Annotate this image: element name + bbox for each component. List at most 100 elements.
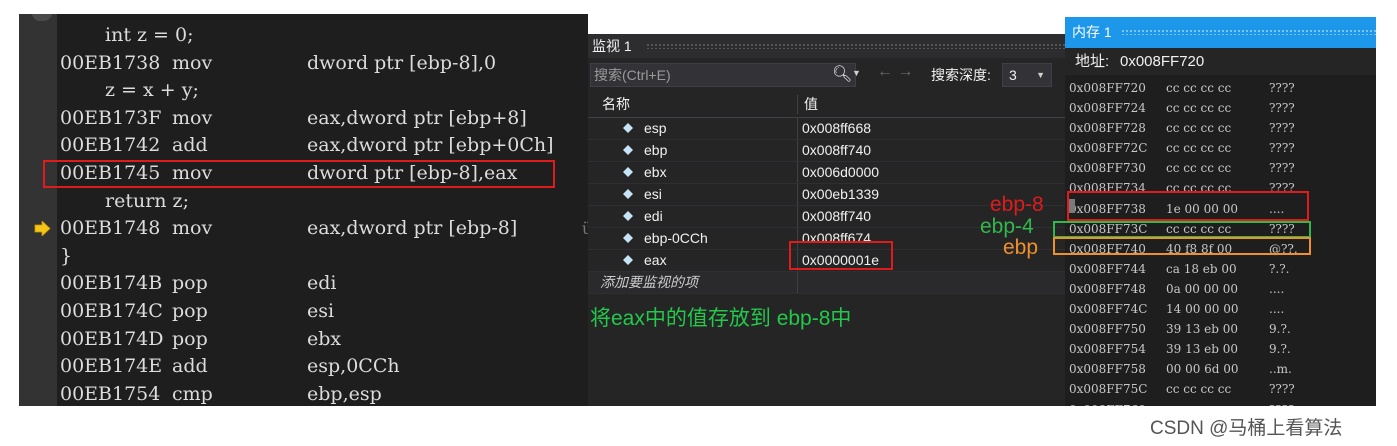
asm-line[interactable]: 00EB174D pop ebx <box>19 326 588 354</box>
asm-operands: ebp,esp <box>307 382 382 405</box>
register-icon <box>623 211 633 221</box>
asm-line[interactable]: 00EB174B pop edi <box>19 270 588 298</box>
watch-row[interactable]: ebx 0x006d0000 <box>588 162 1065 184</box>
memory-title-bar[interactable]: 内存 1 <box>1065 17 1376 48</box>
watch-item-name: ebp-0CCh <box>644 230 708 246</box>
column-divider[interactable] <box>797 95 798 114</box>
source-line[interactable]: } <box>19 243 588 271</box>
source-line[interactable]: int z = 0; <box>19 22 588 50</box>
memory-address: 0x008FF760 <box>1069 400 1146 407</box>
asm-line[interactable]: 00EB174C pop esi <box>19 298 588 326</box>
asm-opcode: cmp <box>172 382 213 405</box>
address-label: 地址: <box>1075 53 1110 70</box>
asm-line[interactable]: 00EB173F mov eax,dword ptr [ebp+8] <box>19 105 588 133</box>
search-depth-select[interactable]: 3 ▼ <box>1002 63 1052 87</box>
asm-address: 00EB174D <box>60 327 164 350</box>
memory-bytes: 39 13 eb 00 <box>1166 322 1239 337</box>
annotation-store-eax: 将eax中的值存放到 ebp-8中 <box>590 307 852 330</box>
memory-address: 0x008FF724 <box>1069 101 1146 116</box>
asm-operands: ebx <box>307 327 342 350</box>
watch-item-name: esp <box>644 120 667 136</box>
memory-bytes: cc cc cc cc <box>1166 161 1232 176</box>
asm-line[interactable]: 00EB1742 add eax,dword ptr [ebp+0Ch] <box>19 132 588 160</box>
highlight-box-ebp <box>1053 237 1311 255</box>
memory-address: 0x008FF750 <box>1069 322 1146 337</box>
memory-ascii: ???? <box>1269 161 1295 176</box>
asm-line[interactable]: 00EB1748 mov eax,dword ptr [ebp-8] <box>19 215 588 243</box>
memory-ascii: ???? <box>1269 101 1295 116</box>
watch-row[interactable]: esp 0x008ff668 <box>588 118 1065 140</box>
watch-item-value[interactable]: 0x006d0000 <box>802 162 879 183</box>
watch-item-name: esi <box>644 186 662 202</box>
memory-ascii: .... <box>1269 281 1285 296</box>
search-dropdown-icon[interactable]: ▼ <box>852 68 861 78</box>
memory-row[interactable]: 0x008FF754 39 13 eb 00 9.?. <box>1065 339 1376 359</box>
memory-address: 0x008FF72C <box>1069 141 1148 156</box>
memory-row[interactable]: 0x008FF748 0a 00 00 00.... <box>1065 279 1376 299</box>
source-text: return z; <box>105 189 189 212</box>
search-depth-label: 搜索深度: <box>931 67 991 83</box>
register-icon <box>623 189 633 199</box>
watch-item-value[interactable]: 0x00eb1339 <box>802 184 879 205</box>
add-watch-item-label: 添加要监视的项 <box>600 274 698 290</box>
memory-bytes: ca 18 eb 00 <box>1166 261 1237 276</box>
execution-pointer-arrow-icon[interactable] <box>34 221 51 237</box>
memory-row[interactable]: 0x008FF744 ca 18 eb 00?.?. <box>1065 259 1376 279</box>
memory-row[interactable]: 0x008FF74C 14 00 00 00.... <box>1065 299 1376 319</box>
source-line[interactable]: z = x + y; <box>19 77 588 105</box>
asm-opcode: add <box>172 134 208 157</box>
watch-search-input[interactable]: 搜索(Ctrl+E) <box>590 63 856 87</box>
memory-bytes: 39 13 eb 00 <box>1166 342 1239 357</box>
memory-row[interactable]: 0x008FF724 cc cc cc cc???? <box>1065 98 1376 118</box>
memory-address: 0x008FF730 <box>1069 161 1146 176</box>
watch-item-value[interactable]: 0x008ff740 <box>802 140 871 161</box>
asm-line[interactable]: 00EB174E add esp,0CCh <box>19 353 588 381</box>
memory-row[interactable]: 0x008FF758 00 00 6d 00 ..m. <box>1065 359 1376 379</box>
asm-line[interactable]: 00EB1754 cmp ebp,esp <box>19 381 588 406</box>
asm-address: 00EB173F <box>60 106 162 129</box>
column-header-name[interactable]: 名称 <box>602 92 630 117</box>
source-text: z = x + y; <box>105 79 199 102</box>
memory-row[interactable]: 0x008FF720 cc cc cc cc???? <box>1065 78 1376 98</box>
search-nav-arrows-icon[interactable]: ← → <box>877 63 913 81</box>
add-watch-item-row[interactable]: 添加要监视的项 <box>588 272 1065 294</box>
register-icon <box>623 255 633 265</box>
memory-row[interactable]: 0x008FF760 cc cc cc cc???? <box>1065 400 1376 407</box>
watch-item-name: edi <box>644 208 663 224</box>
watch-title: 监视 1 <box>592 38 632 54</box>
memory-row[interactable]: 0x008FF750 39 13 eb 00 9.?. <box>1065 319 1376 339</box>
memory-row[interactable]: 0x008FF728 cc cc cc cc???? <box>1065 118 1376 138</box>
memory-bytes: cc cc cc cc <box>1166 101 1232 116</box>
search-icon[interactable]: 🔍︎ <box>832 64 852 84</box>
watch-title-bar[interactable]: 监视 1 <box>588 34 1065 58</box>
memory-ascii: .... <box>1269 302 1285 317</box>
memory-address: 0x008FF74C <box>1069 302 1148 317</box>
register-icon <box>623 145 633 155</box>
memory-bytes: cc cc cc cc <box>1166 141 1232 156</box>
memory-address: 0x008FF728 <box>1069 121 1146 136</box>
asm-operands: dword ptr [ebp-8],0 <box>307 51 497 74</box>
memory-row[interactable]: 0x008FF75C cc cc cc cc???? <box>1065 379 1376 399</box>
asm-line[interactable]: 00EB1738 mov dword ptr [ebp-8],0 <box>19 50 588 78</box>
source-line[interactable]: return z; <box>19 188 588 216</box>
memory-title: 内存 1 <box>1072 24 1112 40</box>
memory-bytes: cc cc cc cc <box>1166 382 1232 397</box>
register-icon <box>623 123 633 133</box>
label-ebp: ebp <box>1003 236 1039 259</box>
memory-bytes: cc cc cc cc <box>1166 400 1231 407</box>
asm-opcode: mov <box>172 217 213 240</box>
address-input[interactable]: 0x008FF720 <box>1120 48 1204 75</box>
column-divider <box>797 184 798 205</box>
column-divider <box>797 118 798 139</box>
column-header-value[interactable]: 值 <box>804 92 818 117</box>
watch-row[interactable]: ebp 0x008ff740 <box>588 140 1065 162</box>
watch-item-value[interactable]: 0x008ff740 <box>802 206 871 227</box>
memory-row[interactable]: 0x008FF72C cc cc cc cc???? <box>1065 138 1376 158</box>
memory-bytes: 0a 00 00 00 <box>1166 281 1239 296</box>
closing-brace: } <box>60 244 73 267</box>
watch-item-value[interactable]: 0x008ff668 <box>802 118 871 139</box>
title-grip <box>646 43 1065 49</box>
memory-ascii: ???? <box>1269 81 1295 95</box>
asm-address: 00EB1748 <box>60 217 161 240</box>
memory-row[interactable]: 0x008FF730 cc cc cc cc???? <box>1065 158 1376 178</box>
